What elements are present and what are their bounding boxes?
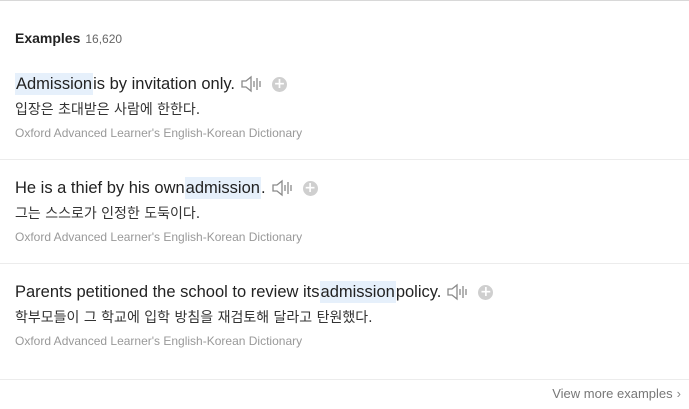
example-text-after: is by invitation only. bbox=[93, 75, 235, 93]
examples-header: Examples 16,620 bbox=[15, 30, 122, 46]
view-more-examples-link[interactable]: View more examples › bbox=[552, 386, 681, 401]
example-korean: 학부모들이 그 학교에 입학 방침을 재검토해 달라고 탄원했다. bbox=[15, 310, 373, 326]
example-source: Oxford Advanced Learner's English-Korean… bbox=[15, 230, 303, 244]
examples-panel: Examples 16,620 Admission is by invitati… bbox=[0, 0, 689, 409]
example-keyword[interactable]: admission bbox=[184, 177, 261, 199]
divider bbox=[0, 379, 689, 380]
speaker-icon[interactable] bbox=[241, 75, 265, 93]
examples-title: Examples bbox=[15, 30, 81, 46]
example-korean: 그는 스스로가 인정한 도둑이다. bbox=[15, 206, 201, 222]
divider bbox=[0, 263, 689, 264]
example-text-before: Parents petitioned the school to review … bbox=[15, 283, 320, 301]
example-source: Oxford Advanced Learner's English-Korean… bbox=[15, 334, 303, 348]
add-icon[interactable]: + bbox=[271, 76, 287, 92]
example-text-after: policy. bbox=[395, 283, 442, 301]
example-english: Admission is by invitation only. + bbox=[15, 73, 287, 95]
view-more-label[interactable]: View more examples bbox=[552, 386, 672, 401]
example-english: He is a thief by his own admission. + bbox=[15, 177, 318, 199]
speaker-icon[interactable] bbox=[271, 179, 296, 197]
chevron-right-icon: › bbox=[676, 386, 681, 401]
example-source: Oxford Advanced Learner's English-Korean… bbox=[15, 126, 303, 140]
add-icon[interactable]: + bbox=[478, 284, 494, 300]
divider bbox=[0, 159, 689, 160]
example-english: Parents petitioned the school to review … bbox=[15, 281, 494, 303]
example-keyword[interactable]: admission bbox=[319, 281, 396, 303]
speaker-icon[interactable] bbox=[447, 283, 471, 301]
add-icon[interactable]: + bbox=[302, 180, 318, 196]
example-text-after: . bbox=[260, 179, 266, 197]
example-text-before: He is a thief by his own bbox=[15, 179, 185, 197]
example-keyword[interactable]: Admission bbox=[15, 73, 94, 95]
example-korean: 입장은 초대받은 사람에 한한다. bbox=[15, 102, 201, 118]
examples-count: 16,620 bbox=[85, 32, 123, 46]
